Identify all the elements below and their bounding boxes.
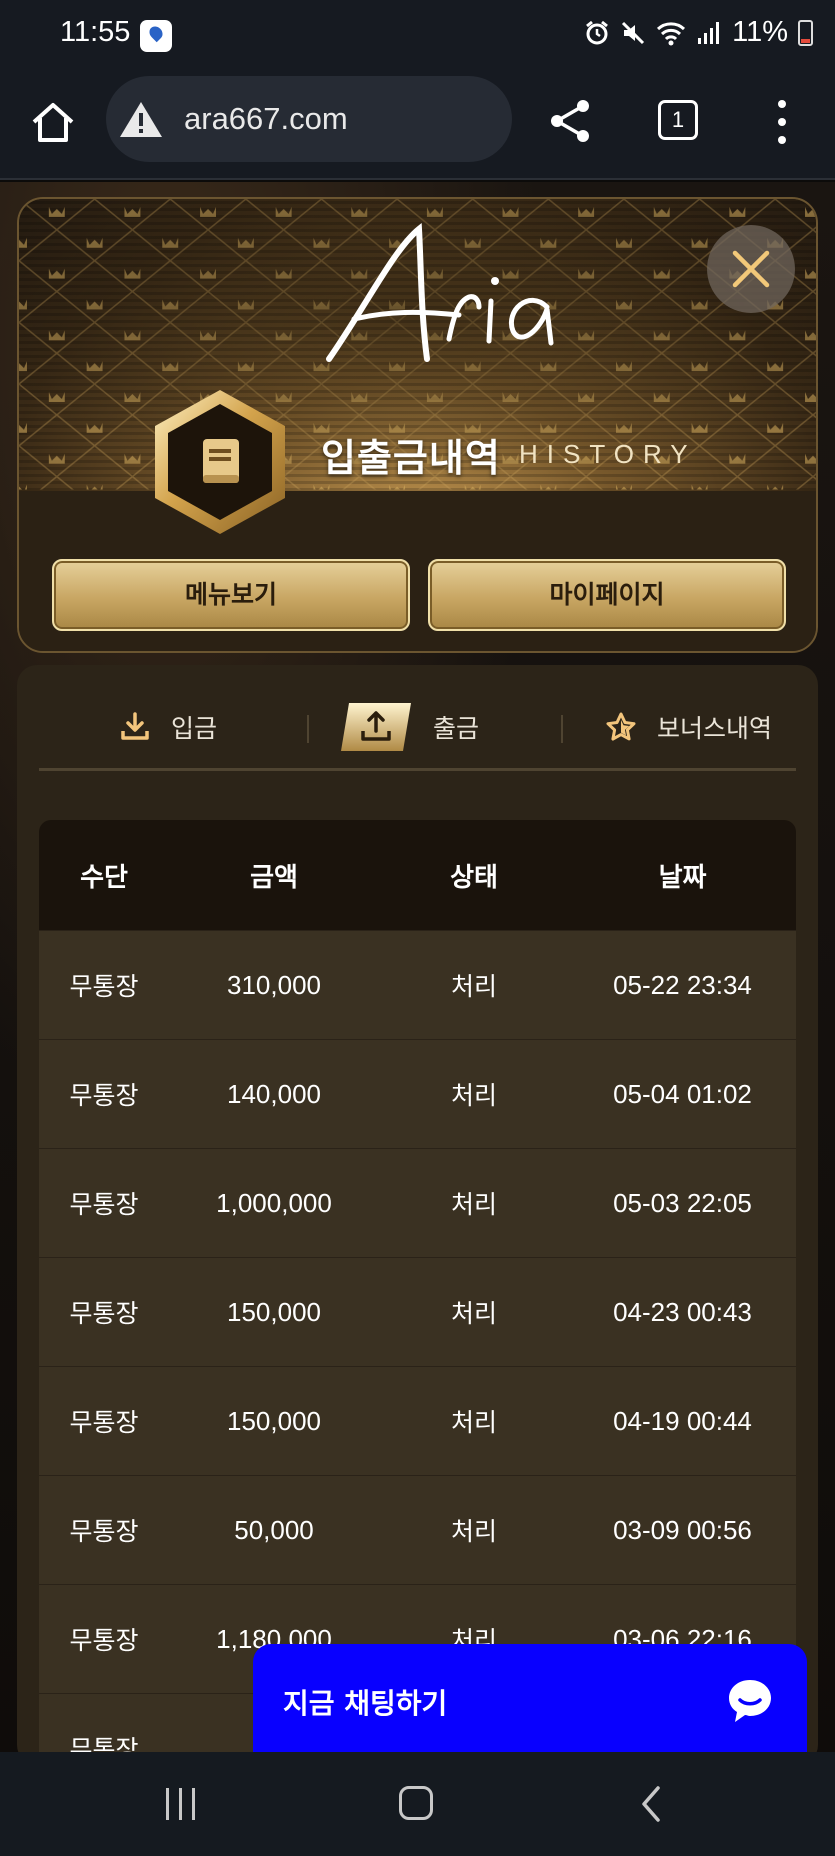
status-cell: 처리 bbox=[450, 1190, 497, 1219]
more-menu-icon[interactable] bbox=[770, 100, 794, 144]
table-header: 수단 금액 상태 날짜 bbox=[39, 820, 796, 930]
method-cell: 무통장 bbox=[69, 1626, 139, 1655]
status-time: 11:55 bbox=[60, 16, 131, 48]
status-cell: 처리 bbox=[450, 1408, 497, 1437]
history-panel: 입금 출금 보너스내역 수단 금액 상태 날짜 무통장 310,000 처리 0… bbox=[17, 665, 818, 1802]
address-bar[interactable]: ara667.com bbox=[106, 76, 512, 162]
home-icon[interactable] bbox=[28, 98, 78, 148]
history-tabs: 입금 출금 보너스내역 bbox=[39, 697, 796, 771]
system-nav-bar bbox=[0, 1752, 835, 1856]
page-title: 입출금내역 bbox=[321, 436, 501, 480]
tab-bonus-label: 보너스내역 bbox=[657, 714, 773, 743]
table-row: 무통장 140,000 처리 05-04 01:02 bbox=[39, 1039, 796, 1148]
alarm-icon bbox=[586, 20, 609, 44]
column-header: 상태 bbox=[450, 862, 498, 893]
tab-deposit[interactable]: 입금 bbox=[119, 697, 217, 757]
method-cell: 무통장 bbox=[69, 1190, 139, 1219]
method-cell: 무통장 bbox=[69, 1408, 139, 1437]
chat-label: 지금 채팅하기 bbox=[283, 1687, 448, 1720]
column-header: 수단 bbox=[80, 862, 128, 893]
recent-apps-icon[interactable] bbox=[164, 1788, 198, 1820]
amount-cell: 50,000 bbox=[234, 1514, 314, 1545]
amount-cell: 150,000 bbox=[227, 1296, 321, 1327]
tab-deposit-label: 입금 bbox=[171, 714, 218, 743]
tab-divider bbox=[307, 715, 309, 743]
warning-icon[interactable] bbox=[118, 99, 164, 139]
browser-toolbar: ara667.com 1 bbox=[0, 72, 835, 180]
column-header: 날짜 bbox=[658, 862, 707, 893]
url-text[interactable]: ara667.com bbox=[184, 101, 348, 137]
wifi-icon bbox=[657, 21, 686, 45]
table-row: 무통장 1,000,000 처리 05-03 22:05 bbox=[39, 1148, 796, 1257]
method-cell: 무통장 bbox=[69, 1081, 139, 1110]
date-cell: 04-23 00:43 bbox=[613, 1296, 752, 1327]
close-icon[interactable] bbox=[707, 225, 795, 313]
battery-percent: 11% bbox=[732, 16, 788, 48]
upload-icon bbox=[341, 703, 411, 751]
date-cell: 05-04 01:02 bbox=[613, 1078, 752, 1109]
screen: { "status_bar": { "time": "11:55", "batt… bbox=[0, 0, 835, 1856]
page-subtitle: HISTORY bbox=[519, 439, 697, 469]
mypage-button[interactable]: 마이페이지 bbox=[428, 559, 786, 631]
menu-button[interactable]: 메뉴보기 bbox=[52, 559, 410, 631]
status-bar: 11:55 11% bbox=[0, 0, 835, 72]
download-icon bbox=[121, 712, 149, 740]
status-cell: 처리 bbox=[450, 1299, 497, 1328]
method-cell: 무통장 bbox=[69, 972, 139, 1001]
star-icon bbox=[606, 712, 636, 741]
battery-icon bbox=[798, 19, 813, 46]
maps-app-icon bbox=[140, 20, 172, 52]
aria-logo bbox=[326, 223, 554, 362]
table-row: 무통장 310,000 처리 05-22 23:34 bbox=[39, 930, 796, 1039]
book-icon bbox=[155, 390, 285, 534]
date-cell: 05-22 23:34 bbox=[613, 969, 752, 1000]
amount-cell: 150,000 bbox=[227, 1405, 321, 1436]
table-row: 무통장 50,000 처리 03-09 00:56 bbox=[39, 1475, 796, 1584]
status-cell: 처리 bbox=[450, 1517, 497, 1546]
nav-home-icon[interactable] bbox=[399, 1786, 433, 1820]
live-chat-button[interactable]: 지금 채팅하기 bbox=[253, 1644, 807, 1764]
signal-icon bbox=[698, 21, 720, 44]
tab-switcher-button[interactable]: 1 bbox=[658, 100, 698, 140]
date-cell: 04-19 00:44 bbox=[613, 1405, 752, 1436]
back-icon[interactable] bbox=[636, 1784, 666, 1824]
status-cell: 처리 bbox=[450, 1081, 497, 1110]
share-icon[interactable] bbox=[548, 98, 592, 144]
column-header: 금액 bbox=[250, 862, 298, 893]
tab-withdraw[interactable]: 출금 bbox=[341, 697, 479, 757]
tab-bonus[interactable]: 보너스내역 bbox=[605, 697, 772, 757]
method-cell: 무통장 bbox=[69, 1517, 139, 1546]
table-row: 무통장 150,000 처리 04-23 00:43 bbox=[39, 1257, 796, 1366]
tab-divider bbox=[561, 715, 563, 743]
tab-withdraw-label: 출금 bbox=[433, 714, 480, 743]
history-header-card: 입출금내역 HISTORY 메뉴보기 마이페이지 bbox=[17, 197, 818, 653]
amount-cell: 1,000,000 bbox=[216, 1187, 332, 1218]
method-cell: 무통장 bbox=[69, 1299, 139, 1328]
chat-bubble-icon bbox=[729, 1680, 771, 1722]
date-cell: 03-09 00:56 bbox=[613, 1514, 752, 1545]
date-cell: 05-03 22:05 bbox=[613, 1187, 752, 1218]
mute-icon bbox=[622, 21, 645, 44]
status-cell: 처리 bbox=[450, 972, 497, 1001]
amount-cell: 140,000 bbox=[227, 1078, 321, 1109]
table-row: 무통장 150,000 처리 04-19 00:44 bbox=[39, 1366, 796, 1475]
amount-cell: 310,000 bbox=[227, 969, 321, 1000]
status-icons: 11% bbox=[584, 16, 813, 49]
